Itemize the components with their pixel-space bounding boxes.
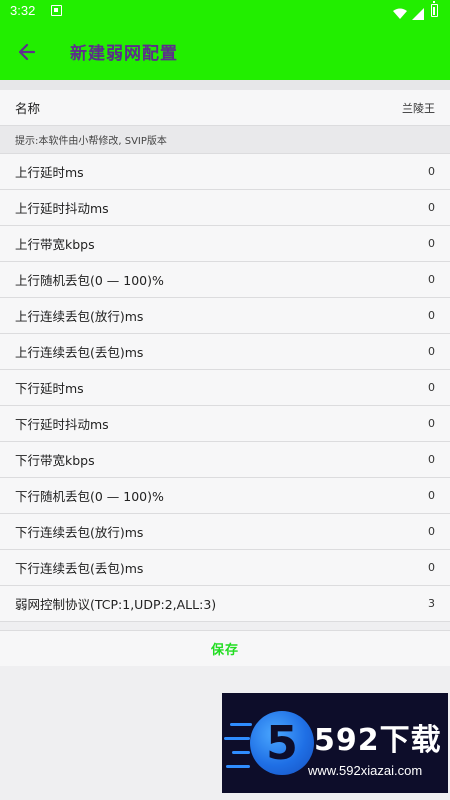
watermark-logo: 5 592下载 www.592xiazai.com: [222, 693, 448, 793]
logo-speed-line: [230, 723, 252, 726]
setting-downlink-random-loss[interactable]: 下行随机丢包(0 — 100)% 0: [0, 478, 450, 514]
hint-text: 提示:本软件由小帮修改, SVIP版本: [15, 136, 167, 147]
setting-protocol[interactable]: 弱网控制协议(TCP:1,UDP:2,ALL:3) 3: [0, 586, 450, 622]
save-bar: 保存: [0, 630, 450, 666]
logo-url-text: www.592xiazai.com: [308, 763, 423, 778]
setting-label: 上行随机丢包(0 — 100)%: [15, 273, 164, 288]
setting-downlink-jitter[interactable]: 下行延时抖动ms 0: [0, 406, 450, 442]
arrow-left-icon: [18, 43, 36, 61]
signal-icon: [412, 5, 424, 24]
setting-uplink-latency[interactable]: 上行延时ms 0: [0, 154, 450, 190]
setting-uplink-burst-drop[interactable]: 上行连续丢包(丢包)ms 0: [0, 334, 450, 370]
header-divider: [0, 80, 450, 90]
logo-speed-line: [224, 737, 250, 740]
app-bar: 新建弱网配置: [0, 24, 450, 80]
setting-value: 0: [428, 309, 435, 322]
wifi-icon: [393, 5, 407, 24]
setting-downlink-latency[interactable]: 下行延时ms 0: [0, 370, 450, 406]
logo-badge: 5: [250, 711, 314, 775]
setting-value: 0: [428, 417, 435, 430]
setting-downlink-burst-drop[interactable]: 下行连续丢包(丢包)ms 0: [0, 550, 450, 586]
setting-value: 0: [428, 561, 435, 574]
status-bar: 3:32: [0, 0, 450, 24]
setting-downlink-bandwidth[interactable]: 下行带宽kbps 0: [0, 442, 450, 478]
setting-value: 0: [428, 237, 435, 250]
setting-label: 下行连续丢包(丢包)ms: [15, 561, 144, 576]
setting-uplink-jitter[interactable]: 上行延时抖动ms 0: [0, 190, 450, 226]
setting-uplink-burst-pass[interactable]: 上行连续丢包(放行)ms 0: [0, 298, 450, 334]
logo-speed-line: [226, 765, 250, 768]
notification-icon: [51, 5, 62, 16]
setting-label: 弱网控制协议(TCP:1,UDP:2,ALL:3): [15, 597, 217, 612]
name-value: 兰陵王: [402, 101, 435, 115]
name-row[interactable]: 名称 兰陵王: [0, 90, 450, 126]
setting-value: 0: [428, 273, 435, 286]
logo-brand-text: 592下载: [314, 723, 442, 758]
hint-row: 提示:本软件由小帮修改, SVIP版本: [0, 126, 450, 154]
setting-label: 下行延时抖动ms: [15, 417, 109, 432]
setting-label: 上行带宽kbps: [15, 237, 95, 252]
status-time: 3:32: [10, 3, 36, 18]
setting-label: 上行连续丢包(丢包)ms: [15, 345, 144, 360]
setting-label: 下行延时ms: [15, 381, 84, 396]
setting-label: 下行连续丢包(放行)ms: [15, 525, 144, 540]
setting-value: 0: [428, 381, 435, 394]
settings-list: 名称 兰陵王 提示:本软件由小帮修改, SVIP版本 上行延时ms 0 上行延时…: [0, 90, 450, 622]
setting-value: 0: [428, 165, 435, 178]
logo-speed-line: [232, 751, 250, 754]
setting-label: 下行带宽kbps: [15, 453, 95, 468]
save-button[interactable]: 保存: [211, 639, 239, 658]
setting-label: 上行延时抖动ms: [15, 201, 109, 216]
setting-downlink-burst-pass[interactable]: 下行连续丢包(放行)ms 0: [0, 514, 450, 550]
setting-label: 上行连续丢包(放行)ms: [15, 309, 144, 324]
setting-value: 3: [428, 597, 435, 610]
setting-label: 上行延时ms: [15, 165, 84, 180]
setting-uplink-random-loss[interactable]: 上行随机丢包(0 — 100)% 0: [0, 262, 450, 298]
setting-value: 0: [428, 453, 435, 466]
setting-value: 0: [428, 201, 435, 214]
setting-uplink-bandwidth[interactable]: 上行带宽kbps 0: [0, 226, 450, 262]
back-button[interactable]: [12, 37, 42, 67]
setting-value: 0: [428, 489, 435, 502]
page-title: 新建弱网配置: [70, 44, 178, 64]
name-label: 名称: [15, 101, 41, 116]
battery-icon: [431, 1, 438, 17]
setting-label: 下行随机丢包(0 — 100)%: [15, 489, 164, 504]
setting-value: 0: [428, 345, 435, 358]
setting-value: 0: [428, 525, 435, 538]
